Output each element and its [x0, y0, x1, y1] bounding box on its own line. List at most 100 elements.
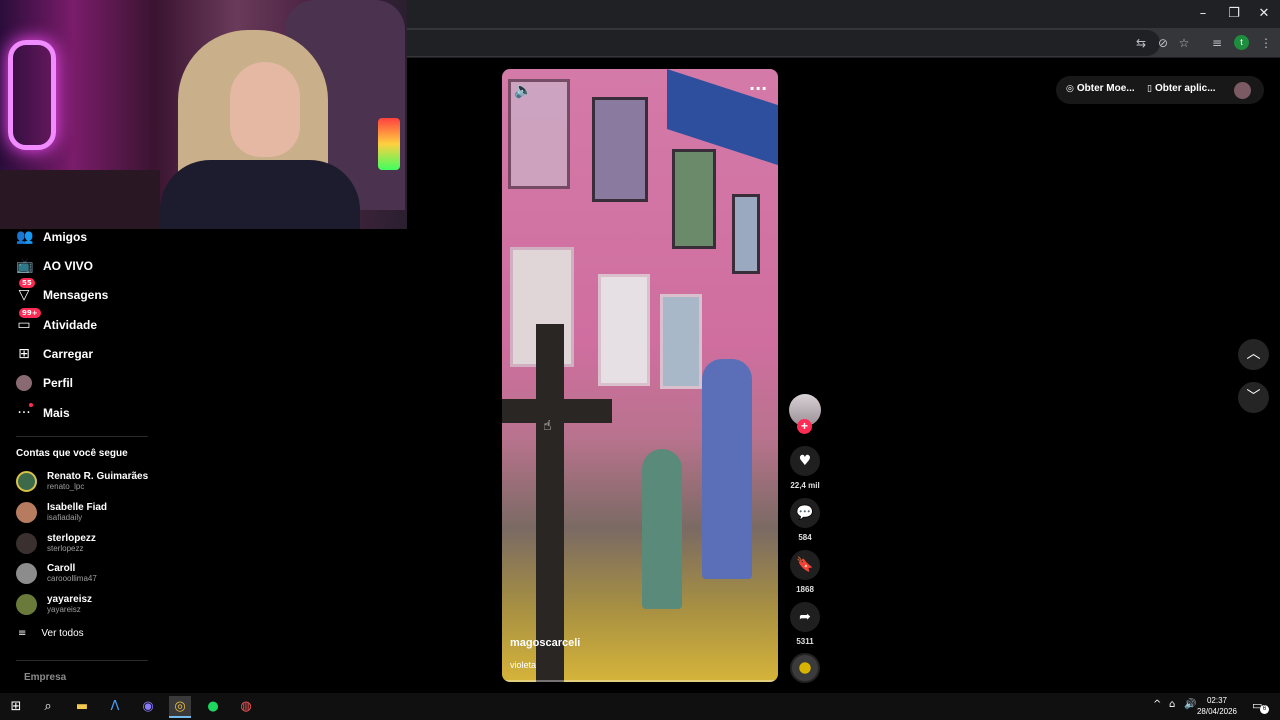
sidebar-item-messages[interactable]: ▽ 55 Mensagens [16, 278, 109, 306]
bookmark-icon: 🔖 [796, 557, 814, 573]
follow-button[interactable]: + [797, 419, 812, 434]
get-app-label: Obter aplic... [1154, 83, 1216, 94]
sidebar-item-label: Perfil [43, 376, 74, 390]
search-icon[interactable]: ⌕ [37, 696, 59, 718]
video-scene-frame [598, 274, 650, 386]
minimize-button[interactable]: – [1188, 4, 1218, 24]
activity-badge: 99+ [19, 308, 41, 318]
account-handle: yayareisz [47, 604, 81, 614]
account-item[interactable]: Renato R. Guimarães renato_lpc [16, 468, 148, 494]
star-icon[interactable]: ☆ [1174, 33, 1194, 53]
like-count: 22,4 mil [790, 481, 820, 490]
chevron-down-icon: ﹀ [1246, 389, 1261, 405]
account-name: Renato R. Guimarães [47, 470, 149, 482]
more-dot [29, 403, 33, 407]
user-avatar[interactable] [1234, 82, 1251, 99]
sidebar-item-more[interactable]: ··· Mais [16, 402, 70, 424]
app-a-icon[interactable]: Λ [104, 696, 126, 718]
menu-icon[interactable]: ⋮ [1256, 33, 1276, 53]
list-icon: ≡ [18, 628, 27, 639]
video-author[interactable]: magoscarceli [510, 637, 580, 649]
video-scene-frame [672, 149, 716, 249]
taskbar: ⊞ ⌕ ▬ Λ ◉ ◎ ● ◍ ^ ⌂ 🔊 02:37 28/04/2026 ▭… [0, 693, 1280, 720]
share-count: 5311 [796, 637, 814, 646]
webcam-person-face [230, 62, 300, 157]
save-count: 1868 [796, 585, 814, 594]
avatar [16, 593, 37, 615]
video-player[interactable]: 🔈 ··· magoscarceli violeta [502, 69, 778, 682]
sidebar-item-label: Mensagens [43, 288, 109, 302]
account-item[interactable]: sterlopezz sterlopezz [16, 530, 96, 556]
get-coins-button[interactable]: ◎ Obter Moe... [1066, 83, 1135, 94]
webcam-desk [0, 170, 160, 229]
account-name: Caroll [47, 562, 76, 574]
webcam-neon-light [8, 40, 56, 150]
sidebar-item-friends[interactable]: 👥 Amigos [16, 226, 87, 248]
previous-video-button[interactable]: ︿ [1238, 339, 1269, 370]
video-description: violeta [510, 660, 537, 670]
app-obs-icon[interactable]: ◍ [235, 696, 257, 718]
account-item[interactable]: Caroll carooollima47 [16, 560, 97, 586]
account-name: yayareisz [47, 593, 93, 605]
following-title: Contas que você segue [16, 448, 128, 459]
file-explorer-icon[interactable]: ▬ [71, 696, 93, 718]
next-video-button[interactable]: ﹀ [1238, 382, 1269, 413]
more-options-icon[interactable]: ··· [749, 79, 767, 98]
account-item[interactable]: yayareisz yayareisz [16, 591, 92, 617]
get-coins-label: Obter Moe... [1076, 83, 1135, 94]
profile-icon[interactable]: t [1234, 35, 1249, 50]
like-button[interactable]: ♥ [790, 446, 820, 476]
avatar [16, 562, 37, 584]
chrome-icon[interactable]: ◎ [169, 696, 191, 718]
playlist-icon[interactable]: ≡ [1207, 33, 1227, 53]
account-handle: isafiadaily [47, 512, 83, 522]
account-handle: renato_lpc [47, 481, 85, 491]
account-item[interactable]: Isabelle Fiad isafiadaily [16, 499, 107, 525]
avatar [16, 470, 37, 492]
get-app-button[interactable]: ▯ Obter aplic... [1147, 83, 1216, 94]
activity-icon: ▭ 99+ [16, 308, 41, 333]
windows-start-icon[interactable]: ⊞ [5, 696, 27, 718]
volume-icon[interactable]: 🔈 [514, 81, 533, 99]
coin-icon: ◎ [1066, 84, 1074, 94]
divider [16, 660, 148, 661]
sidebar-item-label: Mais [43, 406, 70, 420]
translate-icon[interactable]: ⇆ [1131, 33, 1151, 53]
avatar [16, 532, 37, 554]
account-handle: sterlopezz [47, 543, 84, 553]
sidebar-item-profile[interactable]: Perfil [16, 372, 73, 394]
tray-chevron-up-icon[interactable]: ^ [1153, 699, 1161, 710]
clock-time: 02:37 [1206, 696, 1228, 705]
messages-badge: 55 [19, 278, 35, 288]
video-scene-frame [592, 97, 648, 202]
network-icon[interactable]: ⌂ [1169, 699, 1175, 710]
share-button[interactable]: ➦ [790, 602, 820, 632]
close-button[interactable]: ✕ [1249, 4, 1279, 24]
sidebar-item-label: AO VIVO [43, 259, 94, 273]
sidebar-item-live[interactable]: 📺 AO VIVO [16, 255, 93, 277]
video-scene-cross [536, 324, 564, 682]
restore-button[interactable]: ❐ [1219, 4, 1249, 24]
comment-count: 584 [798, 533, 812, 542]
discord-icon[interactable]: ◉ [137, 696, 159, 718]
account-name: sterlopezz [47, 532, 96, 544]
see-all-link[interactable]: ≡ Ver todos [18, 628, 84, 639]
system-clock[interactable]: 02:37 28/04/2026 [1194, 695, 1240, 717]
music-disc-icon[interactable] [790, 653, 820, 683]
spotify-icon[interactable]: ● [202, 696, 224, 718]
webcam-overlay [0, 0, 407, 229]
notification-count: 6 [1260, 705, 1269, 714]
mouse-cursor-icon: ☝ [543, 418, 552, 434]
sidebar-item-activity[interactable]: ▭ 99+ Atividade [16, 308, 97, 336]
video-scene-cross [502, 399, 612, 423]
footer-link-company[interactable]: Empresa [24, 672, 66, 683]
sidebar-item-label: Amigos [43, 230, 88, 244]
messages-icon: ▽ 55 [16, 278, 35, 303]
comment-button[interactable]: 💬 [790, 498, 820, 528]
see-all-label: Ver todos [41, 628, 84, 639]
sidebar-item-upload[interactable]: ⊞ Carregar [16, 343, 93, 365]
eye-off-icon[interactable]: ⊘ [1153, 33, 1173, 53]
video-progress-bar[interactable] [502, 680, 778, 682]
save-button[interactable]: 🔖 [790, 550, 820, 580]
video-scene-statue [702, 359, 752, 579]
